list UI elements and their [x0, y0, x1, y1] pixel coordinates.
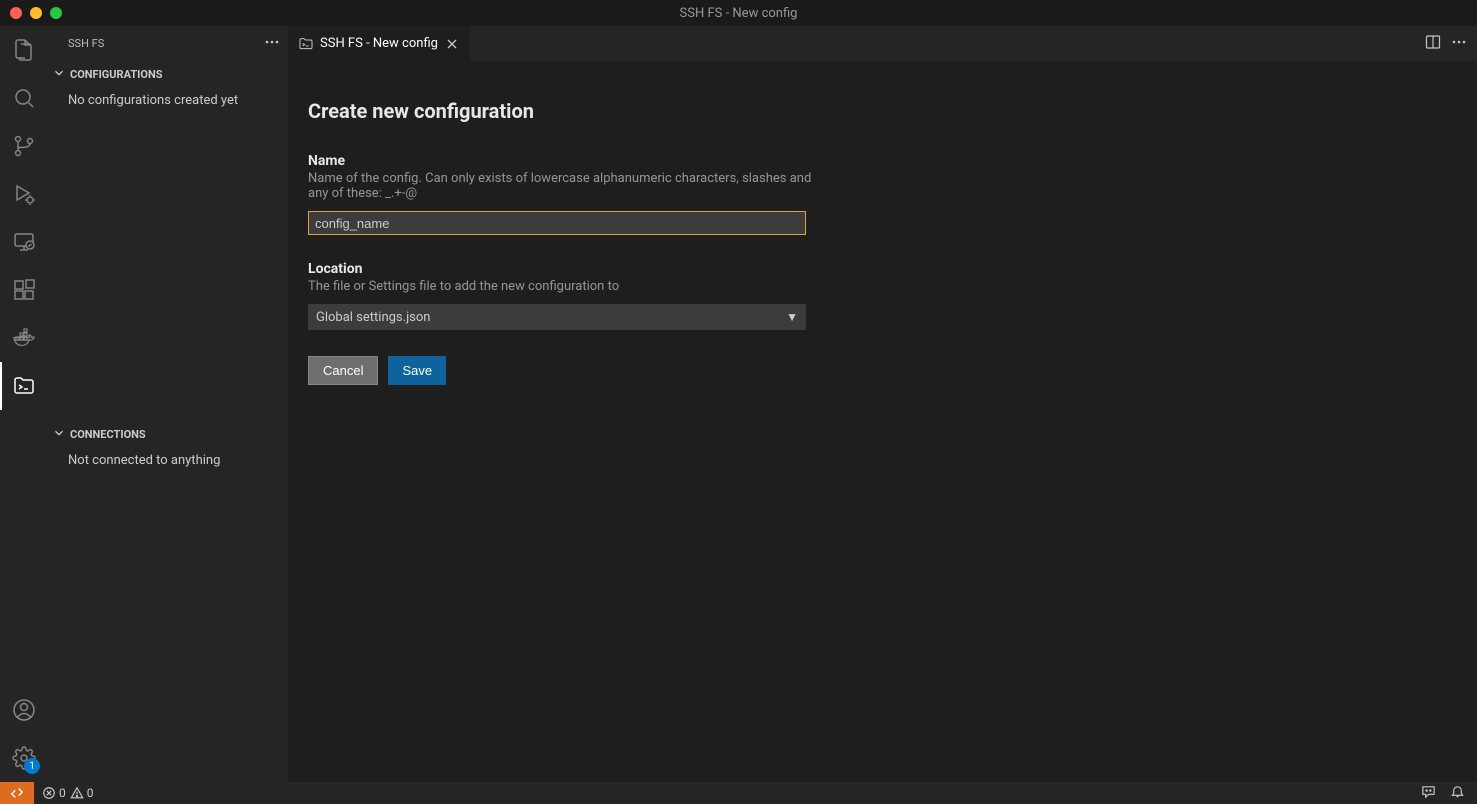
status-bar: 0 0 — [0, 782, 1477, 804]
split-icon — [1425, 34, 1441, 50]
save-button[interactable]: Save — [388, 356, 446, 385]
docker-icon — [12, 326, 36, 350]
sidebar-title: SSH FS — [68, 37, 104, 50]
remote-indicator[interactable] — [0, 782, 34, 804]
tab-label: SSH FS - New config — [320, 36, 438, 51]
sidebar-title-row: SSH FS — [48, 26, 288, 61]
tabs-row: SSH FS - New config — [288, 26, 1477, 61]
source-control-activity[interactable] — [0, 122, 48, 170]
notifications-button[interactable] — [1450, 784, 1465, 802]
location-value: Global settings.json — [316, 310, 431, 325]
configurations-body: No configurations created yet — [48, 87, 288, 114]
configurations-header-text: CONFIGURATIONS — [70, 68, 162, 81]
feedback-icon — [1421, 784, 1436, 799]
close-window-button[interactable] — [10, 7, 22, 19]
location-label: Location — [308, 261, 818, 277]
chevron-down-icon: ▼ — [786, 310, 798, 324]
terminal-folder-icon — [12, 374, 36, 398]
button-row: Cancel Save — [308, 356, 1457, 385]
configurations-header[interactable]: CONFIGURATIONS — [48, 61, 288, 87]
tab-sshfs-new-config[interactable]: SSH FS - New config — [288, 26, 471, 61]
remote-icon — [10, 786, 24, 800]
name-input[interactable] — [308, 211, 806, 235]
sidebar-more-button[interactable] — [264, 34, 280, 54]
name-label: Name — [308, 153, 818, 169]
location-description: The file or Settings file to add the new… — [308, 279, 818, 294]
folder-terminal-icon — [298, 36, 314, 52]
files-icon — [12, 38, 36, 62]
feedback-button[interactable] — [1421, 784, 1436, 802]
editor-content: Create new configuration Name Name of th… — [288, 61, 1477, 782]
explorer-activity[interactable] — [0, 26, 48, 74]
ellipsis-icon — [1451, 34, 1467, 50]
tab-close-button[interactable] — [444, 36, 460, 52]
search-icon — [12, 86, 36, 110]
sshfs-activity[interactable] — [0, 362, 48, 410]
split-editor-button[interactable] — [1425, 34, 1441, 54]
activity-bar: 1 — [0, 26, 48, 782]
workbench: 1 SSH FS CONFIGURATIONS No configuration… — [0, 26, 1477, 782]
editor-area: SSH FS - New config Create new configura… — [288, 26, 1477, 782]
bell-icon — [1450, 784, 1465, 799]
cancel-button[interactable]: Cancel — [308, 356, 378, 385]
page-title: Create new configuration — [308, 99, 1457, 123]
branch-icon — [12, 134, 36, 158]
maximize-window-button[interactable] — [50, 7, 62, 19]
close-icon — [444, 36, 460, 52]
error-count: 0 — [59, 786, 66, 800]
warning-count: 0 — [87, 786, 94, 800]
ellipsis-icon — [264, 34, 280, 50]
name-description: Name of the config. Can only exists of l… — [308, 171, 818, 201]
field-name: Name Name of the config. Can only exists… — [308, 153, 818, 235]
settings-badge: 1 — [24, 758, 40, 774]
field-location: Location The file or Settings file to ad… — [308, 261, 818, 330]
window-title: SSH FS - New config — [680, 6, 798, 21]
editor-actions — [1425, 26, 1477, 61]
configurations-section: CONFIGURATIONS No configurations created… — [48, 61, 288, 421]
docker-activity[interactable] — [0, 314, 48, 362]
remote-explorer-activity[interactable] — [0, 218, 48, 266]
search-activity[interactable] — [0, 74, 48, 122]
warning-icon — [70, 786, 84, 800]
connections-header[interactable]: CONNECTIONS — [48, 421, 288, 447]
run-debug-activity[interactable] — [0, 170, 48, 218]
connections-section: CONNECTIONS Not connected to anything — [48, 421, 288, 782]
editor-more-button[interactable] — [1451, 34, 1467, 54]
error-icon — [42, 786, 56, 800]
status-right — [1421, 784, 1477, 802]
account-icon — [12, 698, 36, 722]
play-gear-icon — [12, 182, 36, 206]
connections-header-text: CONNECTIONS — [70, 428, 146, 441]
accounts-activity[interactable] — [0, 686, 48, 734]
chevron-down-icon — [52, 426, 66, 443]
sidebar: SSH FS CONFIGURATIONS No configurations … — [48, 26, 288, 782]
titlebar: SSH FS - New config — [0, 0, 1477, 26]
minimize-window-button[interactable] — [30, 7, 42, 19]
problems-status[interactable]: 0 0 — [34, 786, 94, 800]
chevron-down-icon — [52, 66, 66, 83]
connections-body: Not connected to anything — [48, 447, 288, 474]
extensions-activity[interactable] — [0, 266, 48, 314]
settings-activity[interactable]: 1 — [0, 734, 48, 782]
location-dropdown[interactable]: Global settings.json ▼ — [308, 304, 806, 330]
remote-monitor-icon — [12, 230, 36, 254]
window-controls — [0, 7, 62, 19]
extensions-icon — [12, 278, 36, 302]
